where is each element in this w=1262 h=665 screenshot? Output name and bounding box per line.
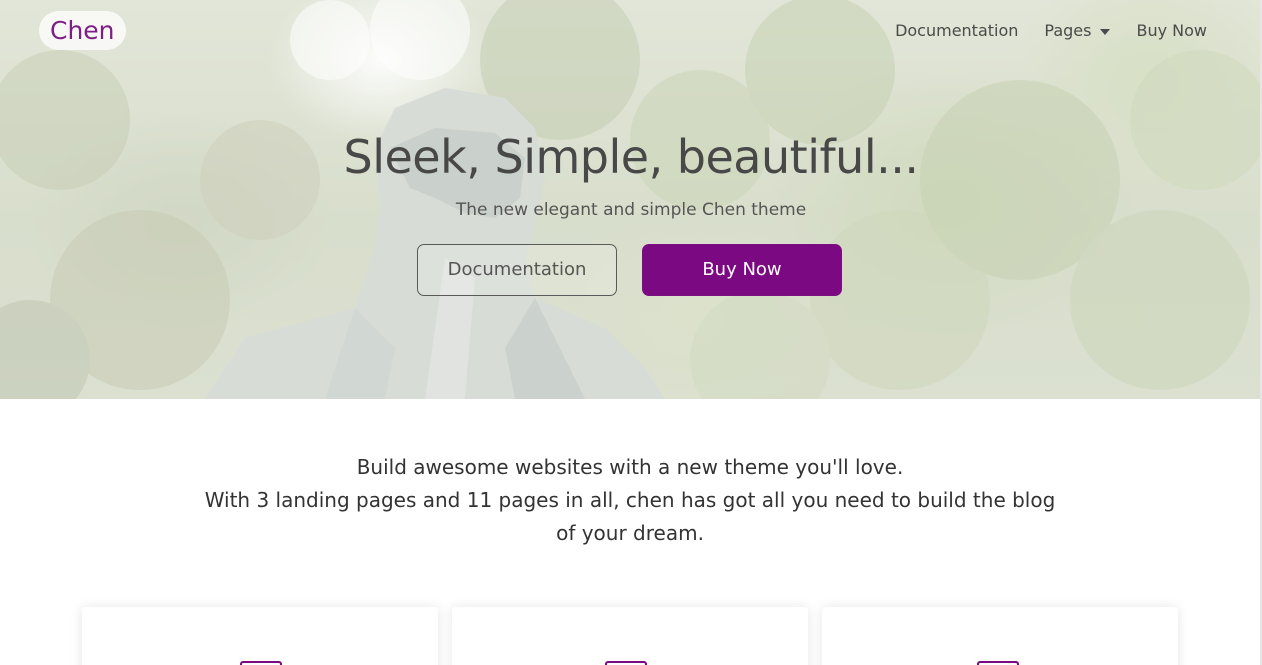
nav-documentation-link[interactable]: Documentation [895,21,1018,40]
hero-title: Sleek, Simple, beautiful... [343,130,919,184]
nav-pages-dropdown[interactable]: Pages [1044,21,1111,40]
intro-text: Build awesome websites with a new theme … [200,451,1060,550]
documentation-button[interactable]: Documentation [417,244,617,296]
brand-logo[interactable]: Chen [39,11,126,50]
caret-down-icon [1100,28,1111,35]
nav-pages-label: Pages [1044,21,1092,40]
nav-buy-now-link[interactable]: Buy Now [1136,21,1207,40]
buy-now-button[interactable]: Buy Now [642,244,842,296]
blog-icon [977,661,1019,665]
pages-icon [605,661,647,665]
top-navigation: Documentation Pages Buy Now [895,21,1207,40]
feature-card-1 [82,607,438,665]
feature-card-3 [822,607,1178,665]
feature-card-2 [452,607,808,665]
hero-subtitle: The new elegant and simple Chen theme [455,200,807,220]
intro-line-1: Build awesome websites with a new theme … [356,455,904,479]
hero-section: Chen Documentation Pages Buy Now Sleek, … [0,0,1262,399]
layout-icon [240,661,282,665]
intro-line-2: With 3 landing pages and 11 pages in all… [204,488,1056,545]
